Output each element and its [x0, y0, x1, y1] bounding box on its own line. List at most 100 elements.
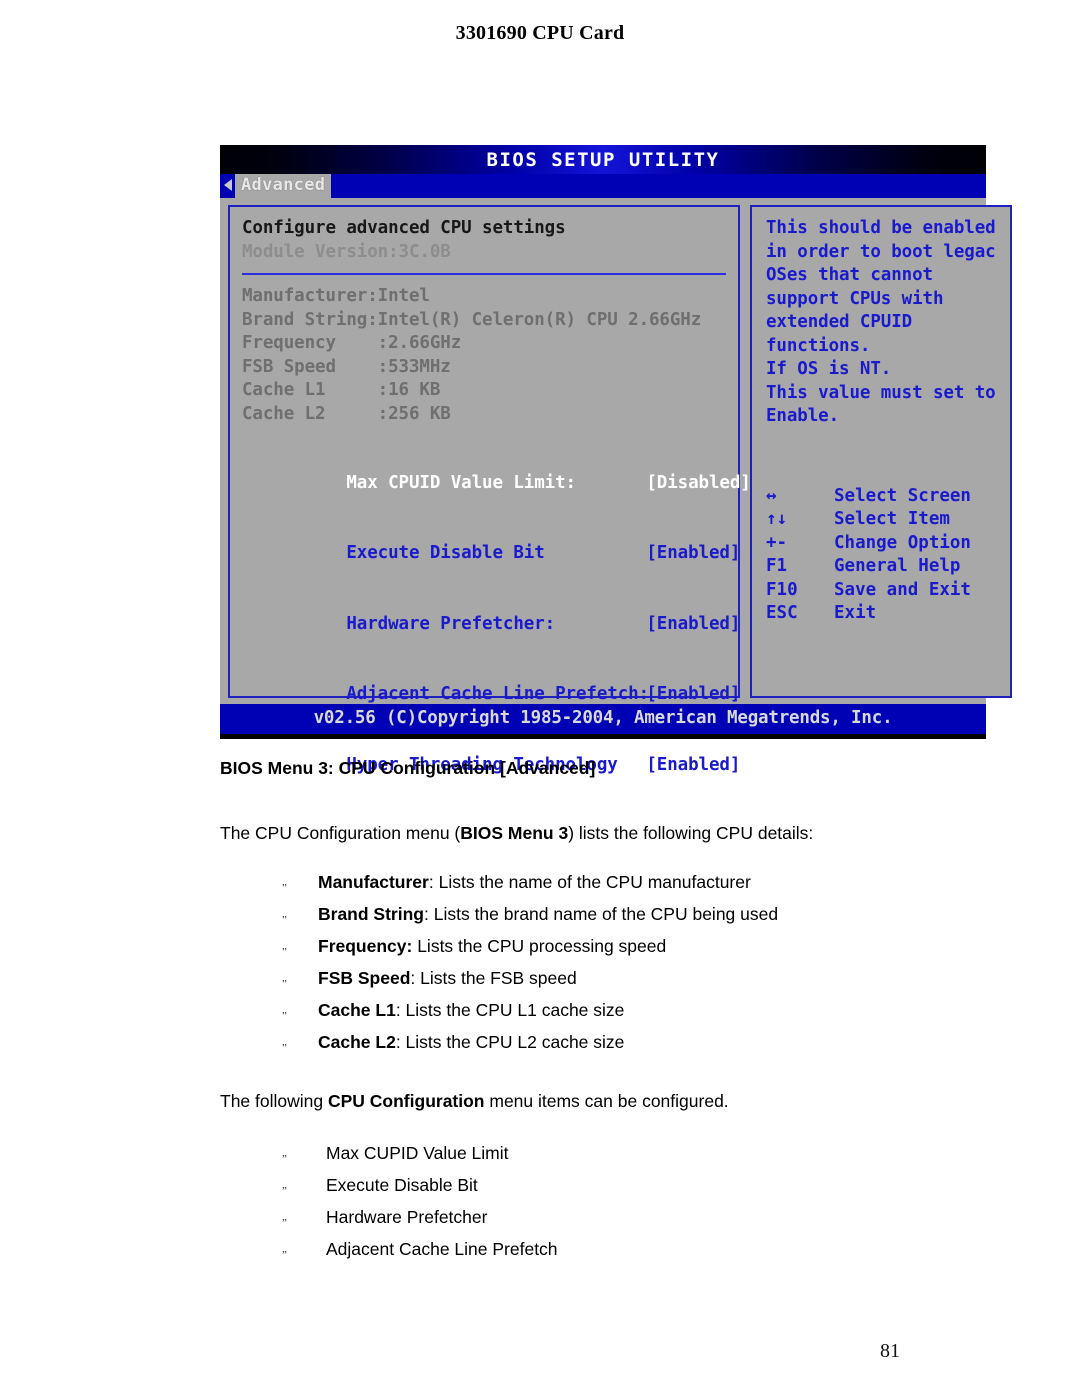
setting-row-execute-disable-bit[interactable]: Execute Disable Bit [Enabled]: [242, 519, 740, 590]
list-item-sep: :: [410, 968, 421, 988]
list-item-text: Max CUPID Value Limit: [326, 1143, 509, 1163]
list-item: „ Cache L1: Lists the CPU L1 cache size: [282, 1000, 778, 1032]
setting-value[interactable]: [Enabled]: [646, 684, 740, 704]
bios-settings-list: Max CPUID Value Limit: [Disabled] Execute…: [242, 448, 750, 801]
help-line: functions.: [766, 335, 871, 356]
key-legend-row-general-help: F1 General Help: [766, 555, 996, 579]
configurable-items-bullet-list: „ Max CUPID Value Limit „ Execute Disabl…: [282, 1143, 558, 1271]
key-legend-action: Change Option: [834, 532, 971, 553]
intro-text-before: The CPU Configuration menu (: [220, 823, 461, 843]
bullet-marker-icon: „: [282, 1211, 287, 1223]
help-line: in order to boot legac: [766, 241, 996, 262]
arrows-horizontal-icon: ↔: [766, 485, 777, 506]
key-legend-action: Select Item: [834, 509, 950, 529]
cpu-info-brand-string: Brand String:Intel(R) Celeron(R) CPU 2.6…: [242, 309, 702, 330]
list-item-desc: Lists the CPU L1 cache size: [405, 1000, 625, 1020]
list-item-text: Adjacent Cache Line Prefetch: [326, 1239, 558, 1259]
list-item-text: Hardware Prefetcher: [326, 1207, 488, 1227]
cpu-info-frequency: Frequency :2.66GHz: [242, 333, 462, 353]
setting-value[interactable]: [Disabled]: [646, 473, 750, 493]
list-item-text: Brand String: Lists the brand name of th…: [318, 904, 778, 925]
key-legend-action: Save and Exit: [834, 579, 971, 600]
tab-advanced[interactable]: Advanced: [235, 174, 332, 198]
key-legend-row-change-option: +- Change Option: [766, 532, 996, 556]
key-legend-action: Select Screen: [834, 485, 971, 506]
key-legend: ↔ Select Screen ↑↓ Select Item +- Change…: [766, 485, 996, 626]
setting-label: Max CPUID Value Limit:: [346, 472, 576, 493]
setting-row-adjacent-cache-line-prefetch[interactable]: Adjacent Cache Line Prefetch:[Enabled]: [242, 660, 740, 731]
list-item-sep: :: [395, 1032, 406, 1052]
bios-title-bar: BIOS SETUP UTILITY: [220, 145, 986, 174]
arrows-vertical-icon: ↑↓: [766, 509, 788, 529]
list-item-desc: Lists the FSB speed: [420, 968, 577, 988]
list-item-sep: :: [428, 872, 439, 892]
list-item-desc: Lists the CPU processing speed: [417, 936, 667, 956]
bullet-marker-icon: „: [282, 1147, 287, 1159]
cpu-info-cache-l2: Cache L2 :256 KB: [242, 403, 451, 424]
bullet-marker-icon: „: [282, 908, 287, 920]
list-item-text: Manufacturer: Lists the name of the CPU …: [318, 872, 751, 893]
list-item: „ FSB Speed: Lists the FSB speed: [282, 968, 778, 1000]
list-item-sep: :: [395, 1000, 406, 1020]
list-item: „ Execute Disable Bit: [282, 1175, 558, 1207]
list-item-sep: :: [423, 904, 434, 924]
setting-value[interactable]: [Enabled]: [646, 614, 740, 634]
bullet-marker-icon: „: [282, 972, 287, 984]
module-version: Module Version:3C.0B: [242, 241, 451, 262]
list-item-term: Cache L1: [318, 1000, 396, 1020]
list-item: „ Cache L2: Lists the CPU L2 cache size: [282, 1032, 778, 1064]
list-item-desc: Lists the CPU L2 cache size: [405, 1032, 625, 1052]
figure-caption: BIOS Menu 3: CPU Configuration [Advanced…: [220, 758, 596, 778]
key-legend-row-exit: ESC Exit: [766, 602, 996, 626]
key-legend-action: General Help: [834, 556, 961, 576]
list-item: „ Frequency: Lists the CPU processing sp…: [282, 936, 778, 968]
cpu-info-fsb-speed: FSB Speed :533MHz: [242, 356, 451, 377]
plus-minus-icon: +-: [766, 532, 788, 553]
setting-row-max-cpuid-value-limit[interactable]: Max CPUID Value Limit: [Disabled]: [242, 448, 750, 519]
divider: [242, 273, 726, 275]
key-legend-action: Exit: [834, 603, 877, 623]
intro-text-bold: BIOS Menu 3: [460, 823, 569, 843]
key-legend-row-save-and-exit: F10 Save and Exit: [766, 579, 996, 603]
config-text-bold: CPU Configuration: [327, 1091, 485, 1111]
page-header-title: 3301690 CPU Card: [455, 22, 625, 44]
list-item-term: Manufacturer: [318, 872, 429, 892]
list-item-text: Frequency: Lists the CPU processing spee…: [318, 936, 666, 957]
bios-title: BIOS SETUP UTILITY: [486, 149, 720, 171]
list-item: „ Brand String: Lists the brand name of …: [282, 904, 778, 936]
help-line: OSes that cannot: [766, 265, 933, 285]
setting-row-hardware-prefetcher[interactable]: Hardware Prefetcher: [Enabled]: [242, 589, 740, 660]
setting-label: Adjacent Cache Line Prefetch:: [346, 684, 650, 704]
setting-value[interactable]: [Enabled]: [646, 543, 740, 563]
list-item-term: FSB Speed: [318, 968, 411, 988]
page-number: 81: [880, 1340, 900, 1362]
config-text-before: The following: [220, 1091, 328, 1111]
bullet-marker-icon: „: [282, 1036, 287, 1048]
list-item-term: Brand String: [318, 904, 424, 924]
intro-paragraph: The CPU Configuration menu (BIOS Menu 3)…: [220, 822, 813, 844]
bullet-marker-icon: „: [282, 876, 287, 888]
help-line: support CPUs with: [766, 288, 944, 309]
bullet-marker-icon: „: [282, 1179, 287, 1191]
key-esc: ESC: [766, 603, 798, 623]
cpu-info-cache-l1: Cache L1 :16 KB: [242, 380, 441, 400]
bios-help-panel: This should be enabled in order to boot …: [750, 205, 1012, 698]
cpu-info-list: Manufacturer:Intel Brand String:Intel(R)…: [242, 285, 726, 426]
cpu-info-manufacturer: Manufacturer:Intel: [242, 286, 430, 306]
bios-body: Configure advanced CPU settings Module V…: [220, 198, 1012, 775]
list-item: „ Max CUPID Value Limit: [282, 1143, 558, 1175]
key-legend-row-select-screen: ↔ Select Screen: [766, 485, 996, 509]
list-item-desc: Lists the brand name of the CPU being us…: [433, 904, 779, 924]
left-arrow-icon: [224, 179, 232, 191]
list-item: „ Hardware Prefetcher: [282, 1207, 558, 1239]
setting-value[interactable]: [Enabled]: [646, 755, 740, 775]
help-line: extended CPUID: [766, 312, 913, 332]
key-f1: F1: [766, 556, 788, 576]
bios-tab-bar[interactable]: Advanced: [220, 174, 986, 198]
key-legend-row-select-item: ↑↓ Select Item: [766, 508, 996, 532]
config-text-after: menu items can be configured.: [484, 1091, 729, 1111]
list-item: „ Manufacturer: Lists the name of the CP…: [282, 872, 778, 904]
bios-setup-screenshot: BIOS SETUP UTILITY Advanced Configure ad…: [220, 145, 1012, 775]
cpu-details-bullet-list: „ Manufacturer: Lists the name of the CP…: [282, 872, 778, 1064]
help-line: If OS is NT.: [766, 359, 892, 379]
